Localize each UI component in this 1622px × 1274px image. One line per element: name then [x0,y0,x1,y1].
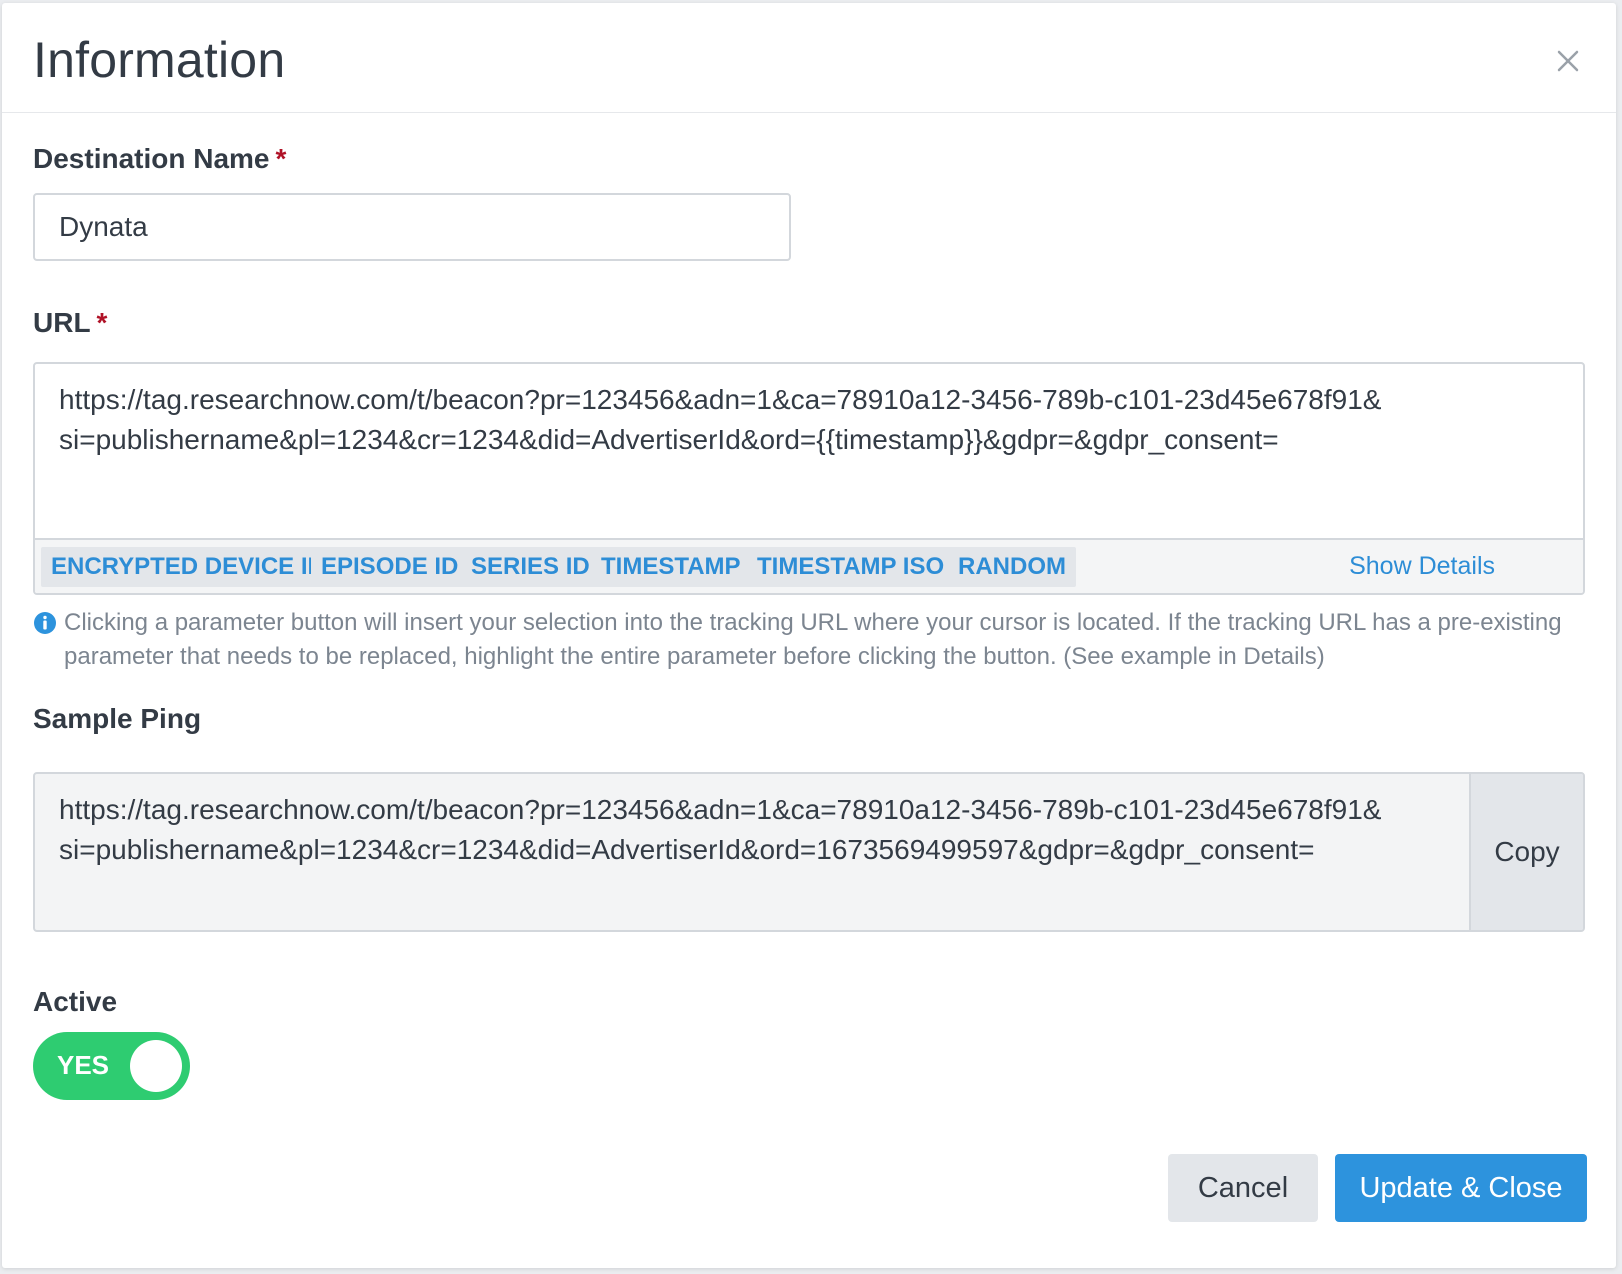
url-textarea[interactable]: https://tag.researchnow.com/t/beacon?pr=… [33,362,1585,595]
destination-name-label-text: Destination Name [33,143,270,174]
modal-header: Information [2,3,1616,113]
destination-name-input[interactable] [33,193,791,261]
active-toggle[interactable]: YES [33,1032,190,1100]
show-details-link[interactable]: Show Details [1349,552,1495,581]
url-label: URL * [33,307,107,339]
update-close-button[interactable]: Update & Close [1335,1154,1587,1222]
sample-ping-box: https://tag.researchnow.com/t/beacon?pr=… [33,772,1585,932]
param-button-series-id[interactable]: SERIES ID [461,547,600,587]
param-button-timestamp[interactable]: TIMESTAMP [591,547,751,587]
destination-name-label: Destination Name * [33,143,286,175]
modal-title: Information [33,32,286,88]
cancel-button[interactable]: Cancel [1168,1154,1318,1222]
param-button-encrypted-device-ip[interactable]: ENCRYPTED DEVICE IP [41,547,334,587]
close-button[interactable] [1550,43,1586,79]
toggle-knob [130,1040,182,1092]
sample-ping-label: Sample Ping [33,703,202,734]
toggle-label: YES [57,1050,110,1080]
active-label: Active [33,986,118,1017]
url-value[interactable]: https://tag.researchnow.com/t/beacon?pr=… [59,380,1563,538]
param-button-random[interactable]: RANDOM [948,547,1076,587]
parameter-toolbar: ENCRYPTED DEVICE IP EPISODE ID SERIES ID… [35,538,1583,593]
copy-button[interactable]: Copy [1469,774,1583,930]
url-label-text: URL [33,307,91,338]
information-modal: Information Destination Name* URL* https… [2,3,1616,1268]
param-button-episode-id[interactable]: EPISODE ID [311,547,469,587]
required-mark: * [275,143,287,174]
param-button-timestamp-iso[interactable]: TIMESTAMP ISO [747,547,955,587]
sample-ping-value: https://tag.researchnow.com/t/beacon?pr=… [59,794,1382,865]
required-mark: * [96,307,108,338]
close-icon [1557,50,1579,72]
info-icon [34,612,56,634]
help-text: Clicking a parameter button will insert … [64,609,1562,670]
